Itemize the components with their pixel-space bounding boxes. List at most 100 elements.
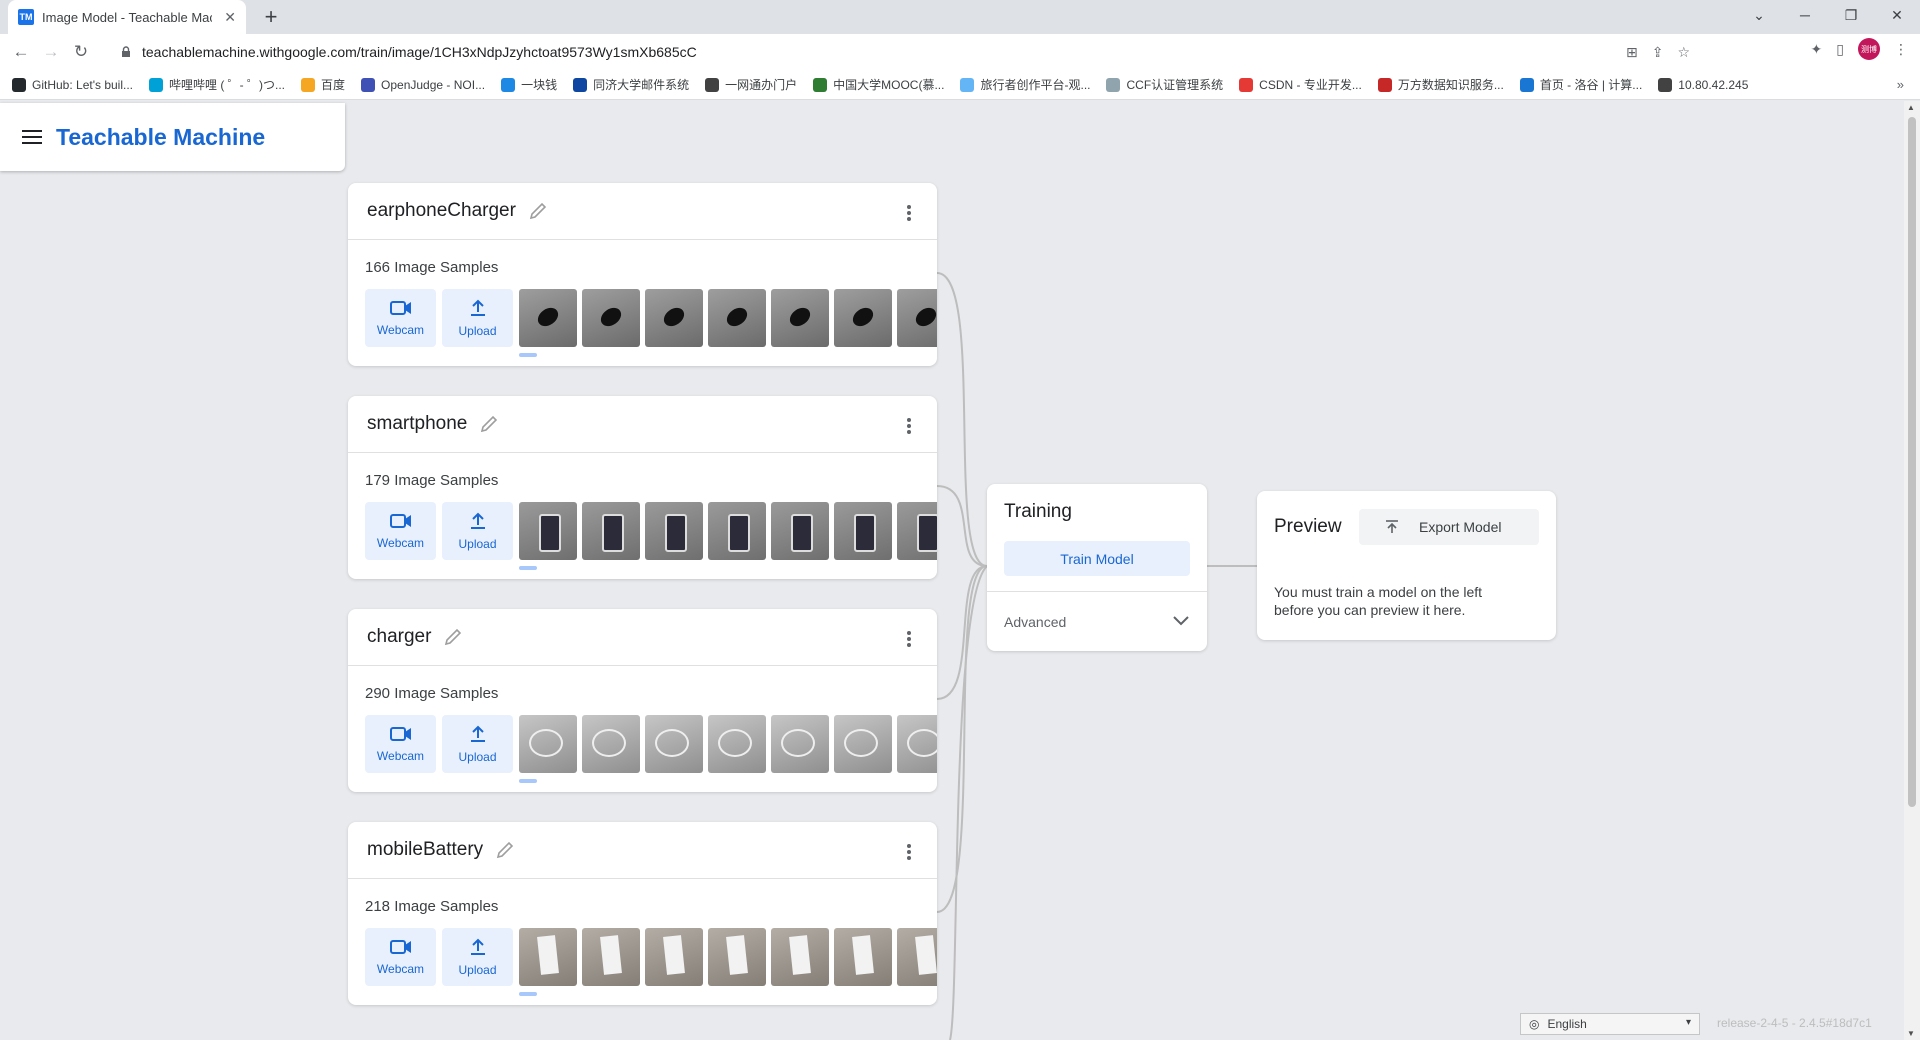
bookmark-item[interactable]: 旅行者创作平台-观... — [960, 76, 1090, 93]
bookmark-item[interactable]: 10.80.42.245 — [1658, 77, 1749, 92]
edit-pencil-icon[interactable] — [479, 414, 499, 434]
webcam-button[interactable]: Webcam — [365, 502, 436, 560]
sample-thumbnail[interactable] — [582, 502, 640, 560]
extensions-icon[interactable]: ✦ — [1811, 41, 1823, 58]
language-select[interactable]: ◎ English ▾ — [1520, 1013, 1700, 1035]
sample-thumbnail[interactable] — [834, 928, 892, 986]
side-panel-icon[interactable]: ▯ — [1836, 41, 1844, 58]
upload-button[interactable]: Upload — [442, 289, 513, 347]
sample-thumbnail[interactable] — [582, 928, 640, 986]
upload-label: Upload — [458, 323, 497, 338]
page-scrollbar[interactable]: ▲ ▼ — [1904, 101, 1920, 1040]
sample-thumbnail[interactable] — [897, 715, 937, 773]
minimize-icon[interactable]: ─ — [1782, 0, 1828, 30]
sample-thumbnail[interactable] — [645, 928, 703, 986]
back-icon[interactable]: ← — [6, 37, 36, 67]
class-name[interactable]: charger — [367, 626, 431, 648]
translate-icon[interactable]: ⊞ — [1626, 44, 1638, 61]
class-name[interactable]: earphoneCharger — [367, 200, 516, 222]
scroll-up-icon[interactable]: ▲ — [1907, 103, 1915, 112]
sample-thumbnail[interactable] — [834, 289, 892, 347]
scrollbar-thumb[interactable] — [1908, 117, 1916, 807]
browser-menu-icon[interactable]: ⋮ — [1894, 41, 1908, 58]
sample-thumbnail[interactable] — [582, 289, 640, 347]
sample-thumbnail[interactable] — [771, 715, 829, 773]
training-title: Training — [1004, 501, 1072, 522]
sample-thumbnail[interactable] — [708, 289, 766, 347]
browser-tab[interactable]: TM Image Model - Teachable Mac ✕ — [8, 0, 246, 34]
bookmark-item[interactable]: 中国大学MOOC(慕... — [813, 76, 944, 93]
sample-thumbnail[interactable] — [708, 502, 766, 560]
class-name[interactable]: mobileBattery — [367, 839, 483, 861]
sample-thumbnail[interactable] — [645, 715, 703, 773]
address-bar[interactable]: teachablemachine.withgoogle.com/train/im… — [110, 37, 1690, 67]
preview-card: Preview Export Model You must train a mo… — [1257, 491, 1556, 640]
bookmark-item[interactable]: 同济大学邮件系统 — [573, 76, 689, 93]
tab-search-icon[interactable]: ⌄ — [1736, 0, 1782, 30]
tab-close-icon[interactable]: ✕ — [224, 9, 236, 26]
class-name[interactable]: smartphone — [367, 413, 467, 435]
bookmark-label: 10.80.42.245 — [1678, 77, 1749, 92]
edit-pencil-icon[interactable] — [528, 201, 548, 221]
upload-button[interactable]: Upload — [442, 715, 513, 773]
sample-thumbnail[interactable] — [582, 715, 640, 773]
more-options-icon[interactable] — [907, 844, 911, 860]
sample-thumbnail[interactable] — [771, 928, 829, 986]
more-options-icon[interactable] — [907, 631, 911, 647]
bookmark-item[interactable]: GitHub: Let's buil... — [12, 77, 133, 92]
sample-thumbnail[interactable] — [645, 289, 703, 347]
sample-thumbnail[interactable] — [519, 715, 577, 773]
edit-pencil-icon[interactable] — [443, 627, 463, 647]
edit-pencil-icon[interactable] — [495, 840, 515, 860]
sample-thumbnail[interactable] — [897, 289, 937, 347]
scroll-down-icon[interactable]: ▼ — [1907, 1029, 1915, 1038]
webcam-button[interactable]: Webcam — [365, 715, 436, 773]
sample-thumbnail[interactable] — [834, 502, 892, 560]
bookmark-item[interactable]: 首页 - 洛谷 | 计算... — [1519, 76, 1642, 93]
thumbnail-scroll-indicator[interactable] — [519, 353, 537, 357]
reload-icon[interactable]: ↻ — [66, 37, 96, 67]
sample-thumbnail[interactable] — [771, 502, 829, 560]
bookmark-item[interactable]: OpenJudge - NOI... — [361, 77, 485, 92]
webcam-button[interactable]: Webcam — [365, 928, 436, 986]
bookmark-label: 万方数据知识服务... — [1397, 78, 1504, 92]
bookmark-item[interactable]: 一网通办门户 — [705, 76, 797, 93]
more-options-icon[interactable] — [907, 205, 911, 221]
share-icon[interactable]: ⇪ — [1652, 44, 1664, 61]
bookmark-item[interactable]: 哔哩哔哩 ( ゜- ゜)つ... — [149, 76, 285, 93]
bookmark-item[interactable]: CSDN - 专业开发... — [1239, 76, 1362, 93]
thumbnail-scroll-indicator[interactable] — [519, 566, 537, 570]
sample-thumbnail[interactable] — [645, 502, 703, 560]
train-model-button[interactable]: Train Model — [1004, 541, 1190, 576]
bookmark-item[interactable]: 万方数据知识服务... — [1377, 76, 1504, 93]
upload-button[interactable]: Upload — [442, 502, 513, 560]
bookmark-star-icon[interactable]: ☆ — [1677, 44, 1690, 61]
bookmark-favicon-icon — [813, 77, 828, 92]
advanced-toggle[interactable]: Advanced — [987, 591, 1207, 651]
webcam-button[interactable]: Webcam — [365, 289, 436, 347]
sample-thumbnail[interactable] — [519, 289, 577, 347]
export-model-button[interactable]: Export Model — [1359, 509, 1539, 545]
bookmark-item[interactable]: 一块钱 — [501, 76, 557, 93]
page-content: Teachable Machine earphoneCharger 166 Ima… — [0, 101, 1920, 1040]
bookmarks-more-icon[interactable]: » — [1897, 77, 1904, 92]
thumbnail-scroll-indicator[interactable] — [519, 992, 537, 996]
sample-thumbnail[interactable] — [519, 502, 577, 560]
more-options-icon[interactable] — [907, 418, 911, 434]
sample-thumbnail[interactable] — [519, 928, 577, 986]
bookmark-item[interactable]: CCF认证管理系统 — [1106, 76, 1223, 93]
sample-thumbnail[interactable] — [771, 289, 829, 347]
sample-thumbnail[interactable] — [708, 715, 766, 773]
forward-icon[interactable]: → — [36, 37, 66, 67]
restore-icon[interactable]: ❐ — [1828, 0, 1874, 30]
sample-thumbnail[interactable] — [708, 928, 766, 986]
upload-button[interactable]: Upload — [442, 928, 513, 986]
bookmark-item[interactable]: 百度 — [301, 76, 345, 93]
profile-avatar[interactable]: 测博 — [1858, 38, 1880, 60]
thumbnail-scroll-indicator[interactable] — [519, 779, 537, 783]
sample-thumbnail[interactable] — [834, 715, 892, 773]
sample-thumbnail[interactable] — [897, 502, 937, 560]
new-tab-icon[interactable]: + — [258, 4, 284, 30]
close-window-icon[interactable]: ✕ — [1874, 0, 1920, 30]
sample-thumbnail[interactable] — [897, 928, 937, 986]
